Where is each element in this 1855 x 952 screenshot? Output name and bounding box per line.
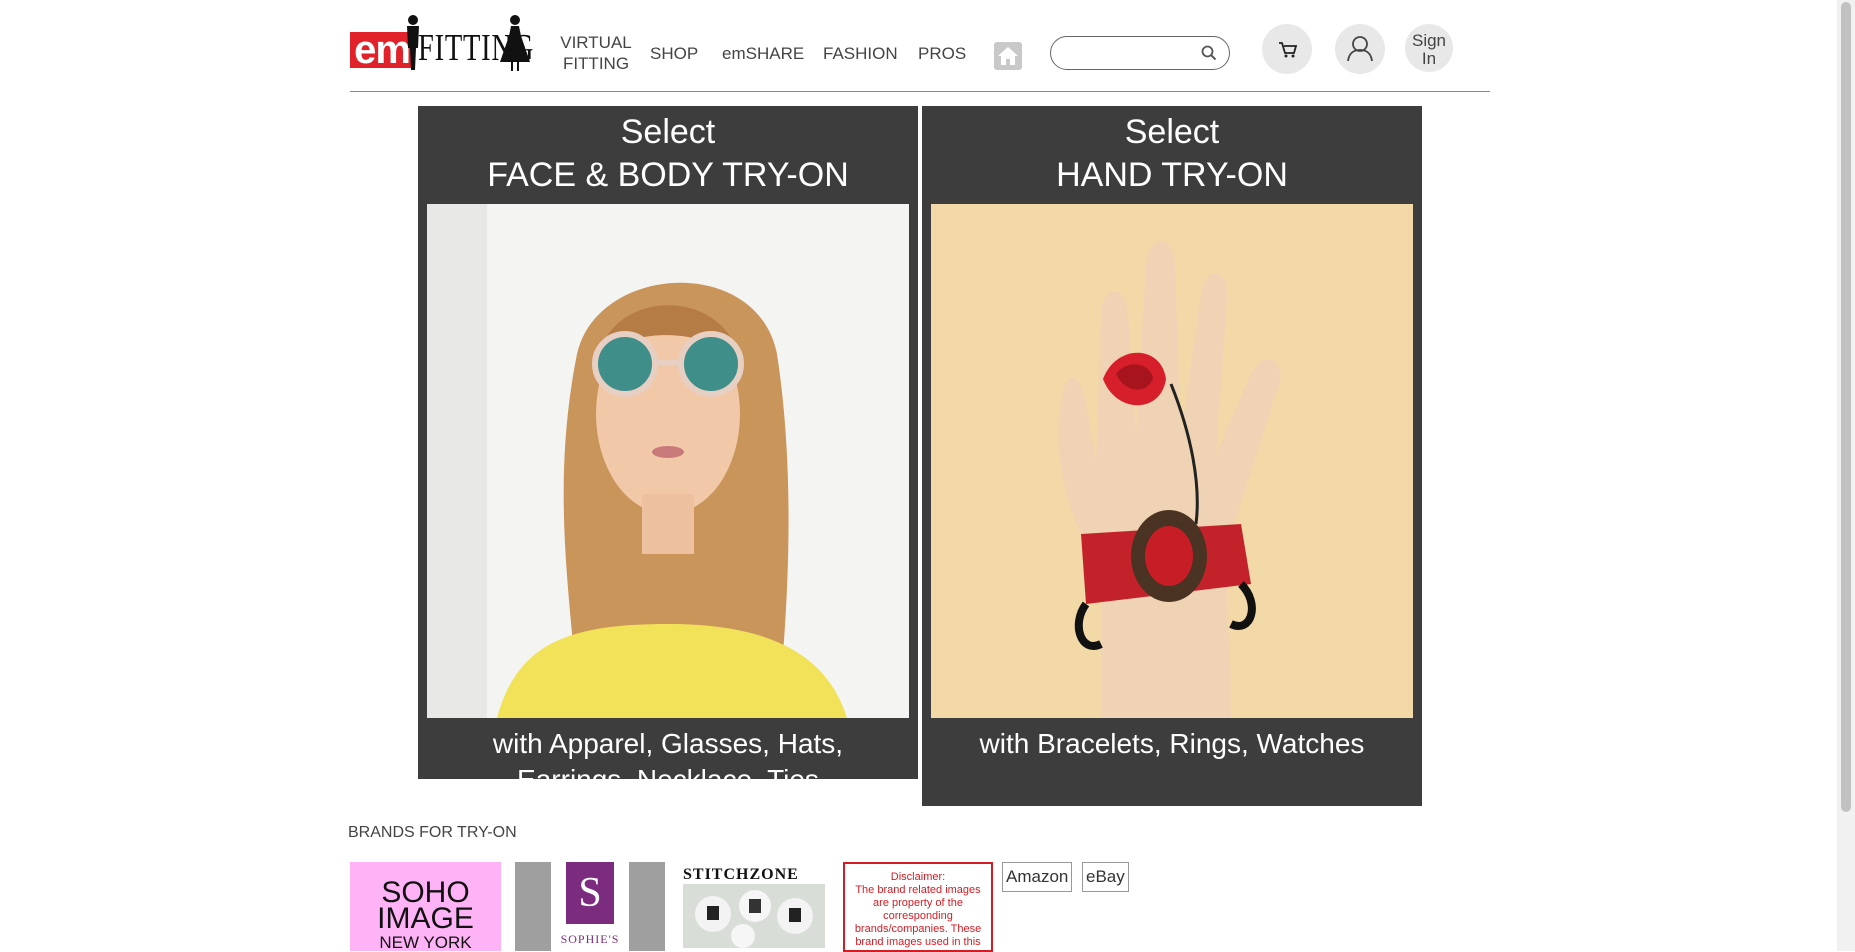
sophie-logo-card: S SOPHIE'S	[551, 862, 629, 951]
search-box	[1050, 36, 1230, 70]
emfitting-logo[interactable]: em FITTING	[350, 12, 533, 72]
user-icon	[1347, 36, 1373, 62]
sign-in-button[interactable]: Sign In	[1405, 24, 1453, 72]
disclaimer-title: Disclaimer:	[890, 871, 946, 883]
home-icon	[998, 47, 1018, 65]
sign-in-line1: Sign	[1411, 31, 1447, 50]
brand-stitchzone[interactable]: STITCHZONE	[683, 862, 825, 951]
stitchzone-logo-text: STITCHZONE	[683, 866, 799, 883]
hand-panel-title: Select HAND TRY-ON	[922, 111, 1422, 204]
face-body-tryon-panel[interactable]: Select FACE & BODY TRY-ON with Apparel, …	[418, 106, 918, 779]
hand-title-line2: HAND TRY-ON	[1056, 156, 1288, 194]
amazon-link-button[interactable]: Amazon	[1002, 862, 1073, 892]
cart-icon	[1279, 42, 1298, 58]
scrollbar-thumb[interactable]	[1841, 2, 1851, 812]
ebay-link-button[interactable]: eBay	[1082, 862, 1129, 892]
soho-line3: NEW YORK	[379, 933, 472, 951]
face-panel-title: Select FACE & BODY TRY-ON	[418, 111, 918, 204]
soho-line2: IMAGE	[377, 902, 474, 935]
cart-button[interactable]	[1262, 24, 1312, 74]
sign-in-line2: In	[1421, 49, 1437, 68]
logo-man-silhouette-icon	[407, 15, 419, 70]
brand-soho-image[interactable]: SOHO IMAGE NEW YORK	[350, 862, 501, 951]
brands-section-label: BRANDS FOR TRY-ON	[348, 824, 517, 841]
disclaimer-text: The brand related images are property of…	[854, 884, 982, 950]
brand-disclaimer-box: Disclaimer: The brand related images are…	[843, 862, 993, 952]
hand-tryon-photo	[931, 204, 1413, 718]
nav-emshare[interactable]: emSHARE	[722, 43, 804, 64]
search-icon[interactable]	[1201, 45, 1217, 61]
nav-fashion[interactable]: FASHION	[823, 43, 898, 64]
face-subtitle-line1: with Apparel, Glasses, Hats,	[492, 728, 844, 759]
sophie-logo-letter: S	[566, 862, 614, 924]
face-title-line2: FACE & BODY TRY-ON	[487, 156, 849, 194]
hand-title-line1: Select	[1124, 113, 1220, 151]
logo-woman-silhouette-icon	[500, 15, 530, 71]
nav-shop[interactable]: SHOP	[650, 43, 698, 64]
face-panel-subtitle: with Apparel, Glasses, Hats, Earrings, N…	[418, 726, 918, 779]
face-subtitle-line2: Earrings, Necklace, Ties	[418, 762, 918, 779]
nav-pros[interactable]: PROS	[918, 43, 966, 64]
nav-virtual-line2: FITTING	[562, 54, 630, 73]
home-button[interactable]	[994, 42, 1022, 70]
face-tryon-photo	[427, 204, 909, 718]
user-account-button[interactable]	[1335, 24, 1385, 74]
page-scrollbar[interactable]	[1837, 0, 1855, 951]
brand-sophies[interactable]: S SOPHIE'S	[515, 862, 665, 951]
search-input[interactable]	[1063, 39, 1207, 69]
stitchzone-products-image	[683, 884, 825, 948]
hand-tryon-panel[interactable]: Select HAND TRY-ON with Bracelets, Rings…	[922, 106, 1422, 806]
site-header: em FITTING VIRTUAL FITTING SHOP emSHARE …	[350, 0, 1490, 92]
hand-panel-subtitle: with Bracelets, Rings, Watches	[979, 728, 1365, 759]
sophie-logo-name: SOPHIE'S	[560, 932, 620, 946]
nav-virtual-line1: VIRTUAL	[560, 33, 632, 52]
nav-virtual-fitting[interactable]: VIRTUAL FITTING	[560, 32, 632, 74]
face-title-line1: Select	[620, 113, 716, 151]
